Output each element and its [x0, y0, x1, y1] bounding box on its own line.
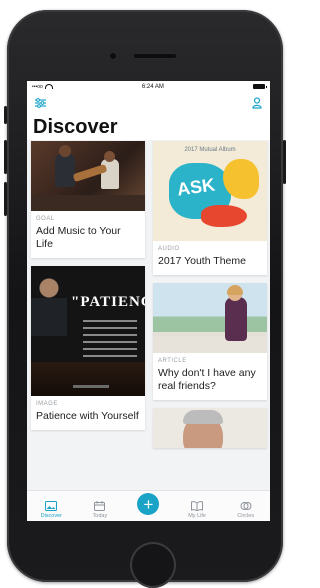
status-time: 6:24 AM: [141, 83, 164, 90]
card-real-friends[interactable]: ARTICLE Why don't I have any real friend…: [153, 283, 267, 401]
image-headline: "PATIENCE: [71, 294, 145, 311]
tab-circles[interactable]: Circles: [221, 501, 270, 521]
filter-icon[interactable]: [33, 96, 47, 110]
card-partial[interactable]: [153, 408, 267, 449]
wifi-icon: [44, 84, 53, 89]
page-title: Discover: [27, 114, 270, 140]
card-title: 2017 Youth Theme: [158, 255, 246, 267]
card-type-label: AUDIO: [158, 246, 180, 252]
card-title: Patience with Yourself: [36, 410, 139, 423]
status-bar: •••oo 6:24 AM: [27, 81, 270, 92]
app-screen: •••oo 6:24 AM Discover GOAL Add Music to…: [27, 81, 270, 521]
tab-bar: Discover Today + My Life Circles: [27, 490, 270, 521]
card-image: 2017 Mutual Album ASK: [153, 141, 267, 241]
tab-label: Today: [92, 513, 108, 519]
earpiece-speaker: [133, 53, 177, 59]
card-youth-theme[interactable]: 2017 Mutual Album ASK AUDIO 2017 Youth T…: [153, 141, 267, 276]
book-icon: [191, 501, 204, 511]
card-add-music[interactable]: GOAL Add Music to Your Life: [31, 141, 145, 259]
card-image: [31, 141, 145, 211]
battery-icon: [253, 84, 267, 89]
profile-icon[interactable]: [250, 96, 264, 110]
front-camera: [109, 52, 117, 60]
tab-today[interactable]: Today: [76, 501, 125, 521]
feed-column-right: 2017 Mutual Album ASK AUDIO 2017 Youth T…: [153, 141, 267, 456]
tab-my-life[interactable]: My Life: [173, 501, 222, 521]
tab-discover[interactable]: Discover: [27, 501, 76, 521]
home-button[interactable]: [130, 542, 176, 588]
discover-feed: GOAL Add Music to Your Life "PATIENCE IM…: [31, 141, 267, 491]
calendar-icon: [94, 501, 106, 511]
card-title: Add Music to Your Life: [36, 225, 121, 251]
card-type-label: IMAGE: [36, 401, 58, 408]
photo-icon: [45, 501, 58, 511]
card-type-label: ARTICLE: [158, 358, 187, 365]
power-button: [283, 140, 286, 184]
tab-label: My Life: [188, 513, 206, 519]
card-image: "PATIENCE: [31, 266, 145, 397]
feed-column-left: GOAL Add Music to Your Life "PATIENCE IM…: [31, 141, 145, 438]
circles-icon: [240, 502, 252, 510]
card-type-label: GOAL: [36, 216, 55, 222]
album-caption: 2017 Mutual Album: [184, 147, 236, 153]
card-image: [153, 408, 267, 449]
tab-add[interactable]: +: [124, 493, 173, 521]
volume-up-button: [4, 140, 7, 174]
plus-icon: +: [137, 493, 160, 515]
tab-label: Discover: [40, 513, 62, 519]
volume-down-button: [4, 182, 7, 216]
mute-switch: [4, 106, 7, 124]
card-title: Why don't I have any real friends?: [158, 367, 256, 393]
signal-indicator: •••oo: [32, 83, 43, 90]
card-image: [153, 283, 267, 354]
tab-label: Circles: [237, 513, 255, 519]
card-patience[interactable]: "PATIENCE IMAGE Patience with Yourself: [31, 266, 145, 431]
top-nav: [27, 92, 270, 114]
